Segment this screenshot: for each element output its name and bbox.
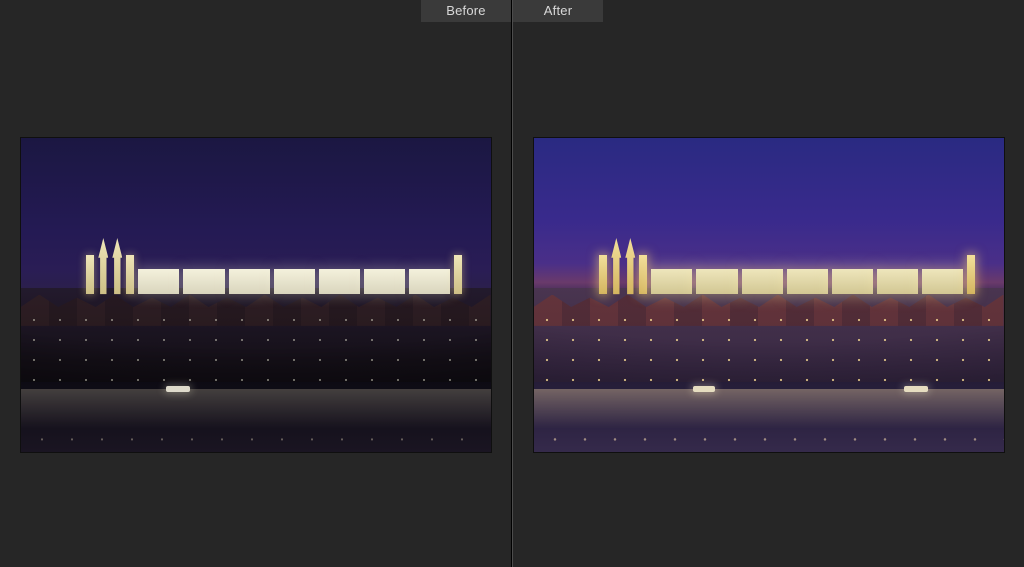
before-canvas[interactable] <box>0 22 511 567</box>
before-tab[interactable]: Before <box>421 0 511 22</box>
after-image <box>534 138 1004 452</box>
after-tab[interactable]: After <box>513 0 603 22</box>
before-pane: Before <box>0 0 512 567</box>
before-image <box>21 138 491 452</box>
after-pane: After <box>512 0 1024 567</box>
after-canvas[interactable] <box>513 22 1024 567</box>
before-after-compare: Before After <box>0 0 1024 567</box>
